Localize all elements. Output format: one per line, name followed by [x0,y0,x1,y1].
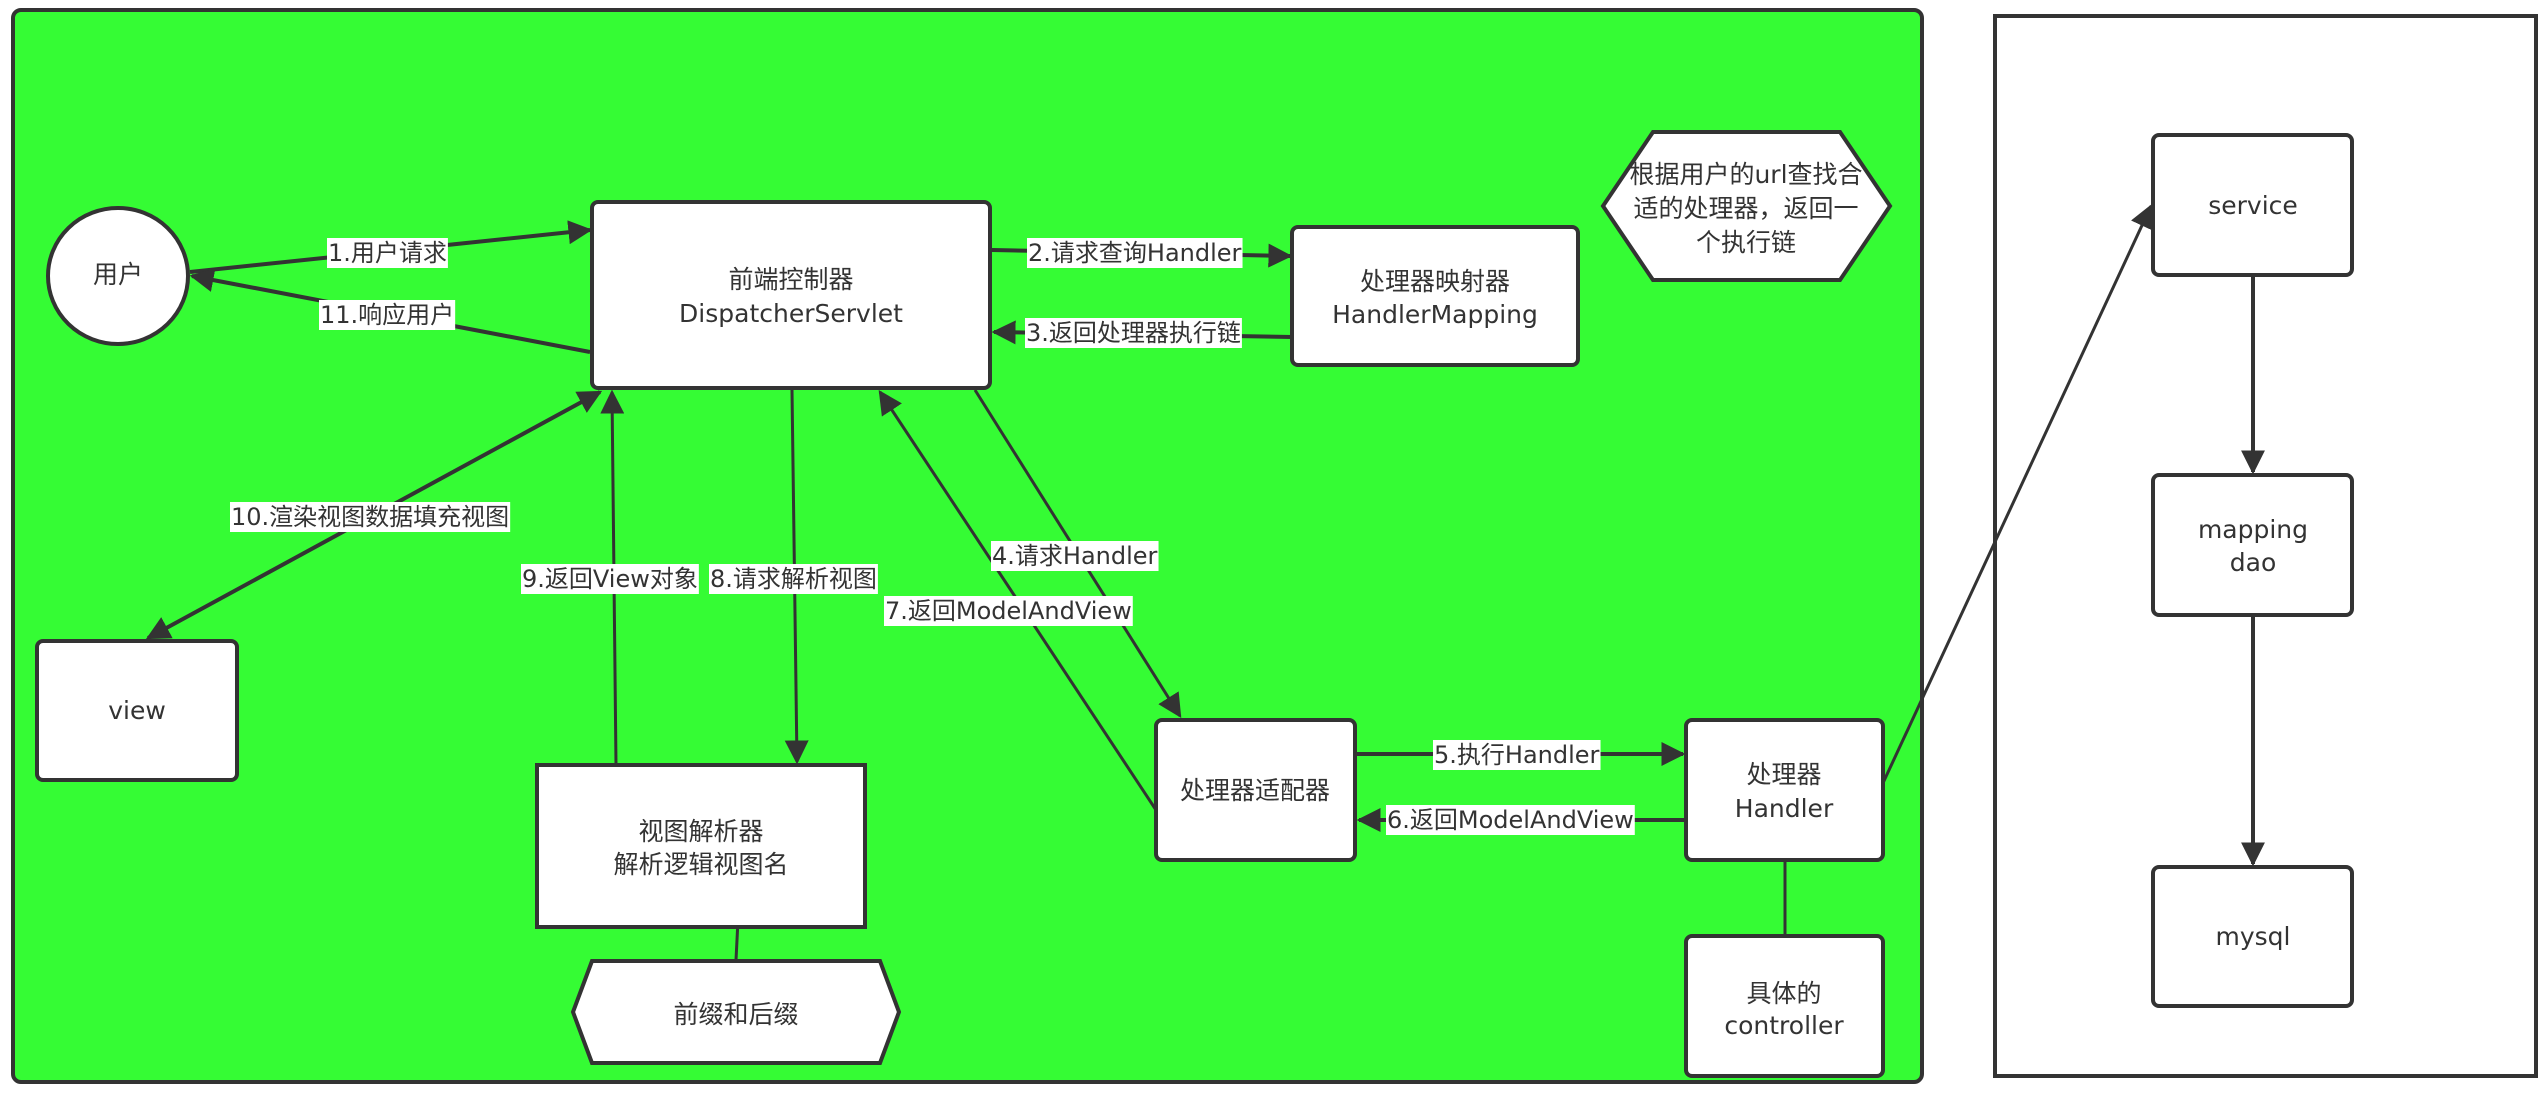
node-label: controller [1724,1011,1844,1040]
edge-label-6: 6.返回ModelAndView [1387,806,1634,834]
node-label: 用户 [93,260,143,289]
edge-label-1: 1.用户请求 [328,239,447,267]
node-label: 处理器 [1746,760,1821,789]
edge-label-8: 8.请求解析视图 [710,565,877,593]
node-prefix-suffix[interactable]: 前缀和后缀 [570,959,902,1065]
edge-label-10: 10.渲染视图数据填充视图 [231,503,509,531]
node-mysql[interactable]: mysql [2151,865,2354,1008]
node-label: mapping [2198,515,2308,544]
edge-label-3: 3.返回处理器执行链 [1026,319,1241,347]
node-view-resolver[interactable]: 视图解析器 解析逻辑视图名 [535,763,867,929]
node-label: Handler [1735,794,1834,823]
node-label: DispatcherServlet [679,299,903,328]
node-label: 处理器适配器 [1180,776,1330,805]
node-label: 前缀和后缀 [673,1000,798,1029]
node-label: 视图解析器 [638,817,763,846]
edge-label-4: 4.请求Handler [992,542,1158,570]
node-label: 前端控制器 [728,265,853,294]
node-label: service [2208,191,2298,220]
node-mapping-dao[interactable]: mapping dao [2151,473,2354,617]
node-label: dao [2230,548,2276,577]
edge-label-7: 7.返回ModelAndView [885,597,1132,625]
node-view[interactable]: view [35,639,239,782]
spring-mvc-flow-diagram: 用户 前端控制器 DispatcherServlet 处理器映射器 Handle… [11,8,2538,1084]
edge-label-11: 11.响应用户 [320,301,454,329]
node-user[interactable]: 用户 [46,206,190,346]
node-service[interactable]: service [2151,133,2354,277]
node-handler[interactable]: 处理器 Handler [1684,718,1885,862]
node-label: 处理器映射器 [1360,267,1510,296]
node-label: view [108,696,166,725]
node-handler-adapter[interactable]: 处理器适配器 [1154,718,1357,862]
node-label: 具体的 [1746,979,1821,1008]
node-controller[interactable]: 具体的 controller [1684,934,1885,1078]
note-line: 适的处理器，返回一 [1633,194,1858,223]
note-line: 个执行链 [1696,228,1796,257]
note-mapping-description: 根据用户的url查找合 适的处理器，返回一 个执行链 [1600,130,1893,282]
edge-label-5: 5.执行Handler [1434,741,1600,769]
node-label: mysql [2216,922,2291,951]
edge-label-2: 2.请求查询Handler [1028,239,1242,267]
node-handler-mapping[interactable]: 处理器映射器 HandlerMapping [1290,225,1580,367]
edge-label-9: 9.返回View对象 [522,565,698,593]
node-dispatcher-servlet[interactable]: 前端控制器 DispatcherServlet [590,200,992,390]
note-line: 根据用户的url查找合 [1629,160,1862,189]
node-label: HandlerMapping [1332,300,1538,329]
node-label: 解析逻辑视图名 [613,850,788,879]
